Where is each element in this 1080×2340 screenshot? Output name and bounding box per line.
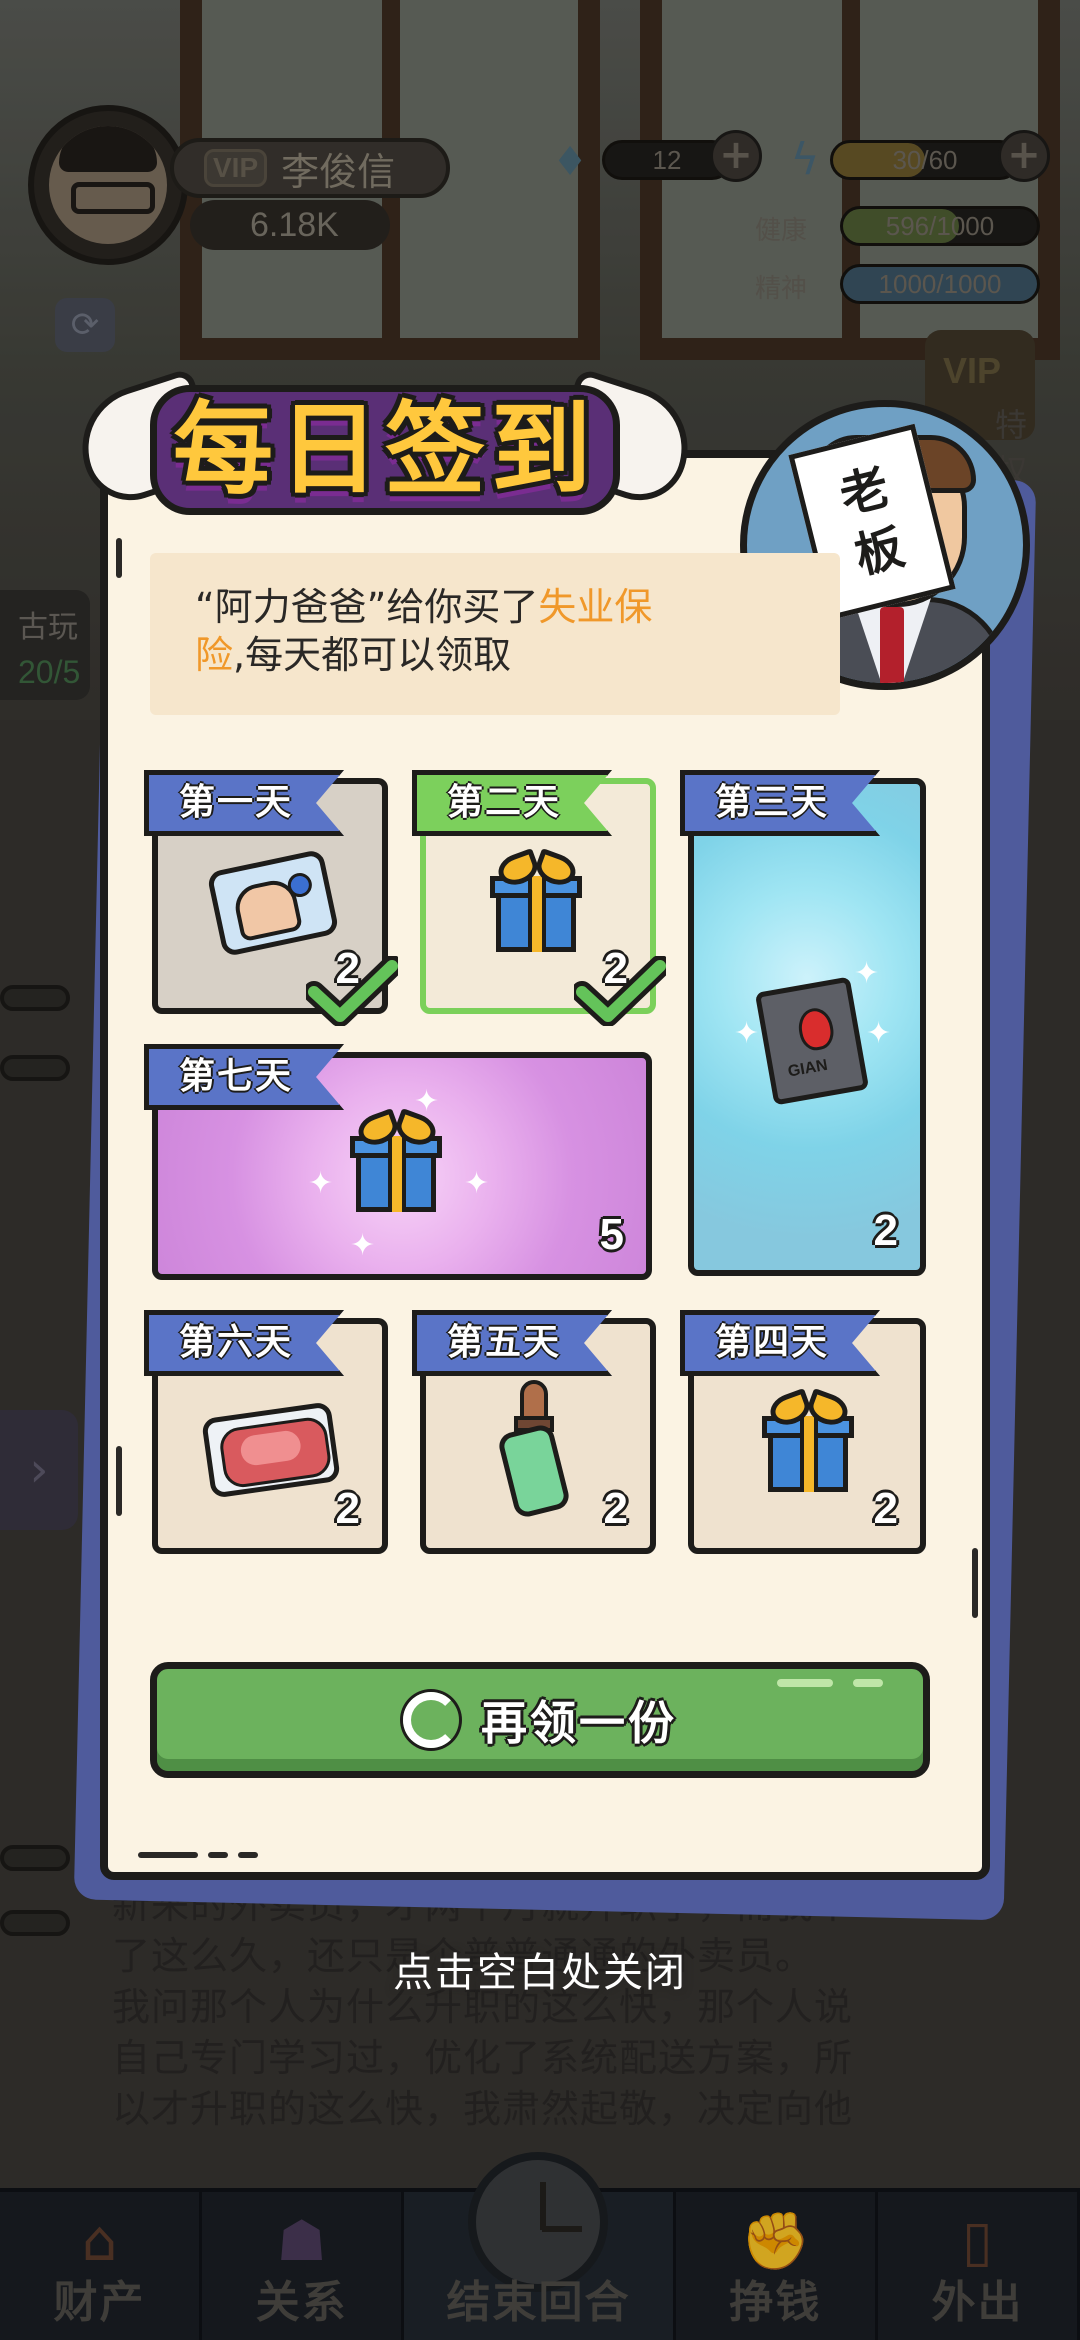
dialog-title-banner: 每日签到	[66, 367, 704, 525]
decor-dash	[972, 1548, 978, 1618]
decor-dash	[116, 1446, 122, 1516]
day-card-5[interactable]: 第五天 2	[412, 1310, 656, 1554]
gift-box-icon	[486, 848, 586, 954]
button-shine	[777, 1679, 833, 1687]
sparkle-icon: ✦	[734, 1016, 760, 1051]
day-quantity: 2	[873, 1484, 898, 1533]
day-ribbon: 第一天	[144, 770, 345, 836]
dropper-bottle-icon	[496, 1380, 574, 1520]
claimed-check-icon	[574, 956, 666, 1026]
day-label: 第一天	[179, 782, 294, 823]
day-label: 第三天	[715, 782, 830, 823]
notice-highlight: 失业保	[538, 585, 653, 629]
decor-dash	[116, 538, 122, 578]
day-card-3[interactable]: 第三天 GIAN ✦ ✦ ✦ 2	[680, 770, 926, 1276]
claim-again-button[interactable]: 再领一份	[150, 1662, 930, 1778]
meat-tray-icon	[201, 1401, 341, 1499]
claim-again-label: 再领一份	[481, 1696, 677, 1750]
book-text: GIAN	[786, 1056, 829, 1081]
gift-box-icon	[346, 1108, 446, 1214]
day-ribbon: 第五天	[412, 1310, 613, 1376]
claimed-check-icon	[306, 956, 398, 1026]
boss-tie	[880, 607, 904, 683]
decor-dash	[238, 1852, 258, 1858]
day-ribbon: 第三天	[680, 770, 881, 836]
sparkle-icon: ✦	[866, 1016, 892, 1051]
dialog-title: 每日签到	[173, 391, 597, 508]
sparkle-icon: ✦	[350, 1228, 376, 1263]
day-card-4[interactable]: 第四天 2	[680, 1310, 926, 1554]
sparkle-icon: ✦	[854, 956, 880, 991]
day-label: 第二天	[447, 782, 562, 823]
day-ribbon: 第二天	[412, 770, 613, 836]
sparkle-icon: ✦	[308, 1166, 334, 1201]
day-quantity: 2	[603, 1484, 628, 1533]
notice-line-1: “阿力爸爸”给你买了失业保	[195, 583, 840, 631]
day-label: 第四天	[715, 1322, 830, 1363]
sparkle-icon: ✦	[414, 1084, 440, 1119]
loading-ring-icon	[403, 1692, 459, 1748]
boss-note-char: 老	[834, 458, 895, 525]
day-ribbon: 第四天	[680, 1310, 881, 1376]
day-ribbon: 第七天	[144, 1044, 345, 1110]
day-card-6[interactable]: 第六天 2	[144, 1310, 388, 1554]
day-card-7[interactable]: 第七天 ✦ ✦ ✦ ✦ 5	[144, 1044, 652, 1280]
day-label: 第五天	[447, 1322, 562, 1363]
sparkle-icon: ✦	[464, 1166, 490, 1201]
notice-text: ,每天都可以领取	[233, 633, 512, 677]
notice-line-2: 险,每天都可以领取	[195, 631, 840, 679]
day-label: 第六天	[179, 1322, 294, 1363]
notice-text: “阿力爸爸”给你买了	[195, 585, 539, 629]
notice-highlight: 险	[195, 633, 234, 677]
day-quantity: 5	[599, 1210, 624, 1259]
decor-dash	[208, 1852, 228, 1858]
decor-dash	[138, 1852, 198, 1858]
day-label: 第七天	[179, 1056, 294, 1097]
close-hint[interactable]: 点击空白处关闭	[0, 1940, 1080, 1998]
button-shine	[853, 1679, 883, 1687]
day-quantity: 2	[873, 1206, 898, 1255]
fitness-card-icon	[206, 848, 340, 958]
boss-note-char: 板	[849, 519, 910, 586]
gift-box-icon	[758, 1388, 858, 1494]
day-ribbon: 第六天	[144, 1310, 345, 1376]
day-quantity: 2	[335, 1484, 360, 1533]
dark-book-icon: GIAN	[754, 976, 870, 1106]
notice-box: “阿力爸爸”给你买了失业保 险,每天都可以领取	[150, 553, 840, 715]
